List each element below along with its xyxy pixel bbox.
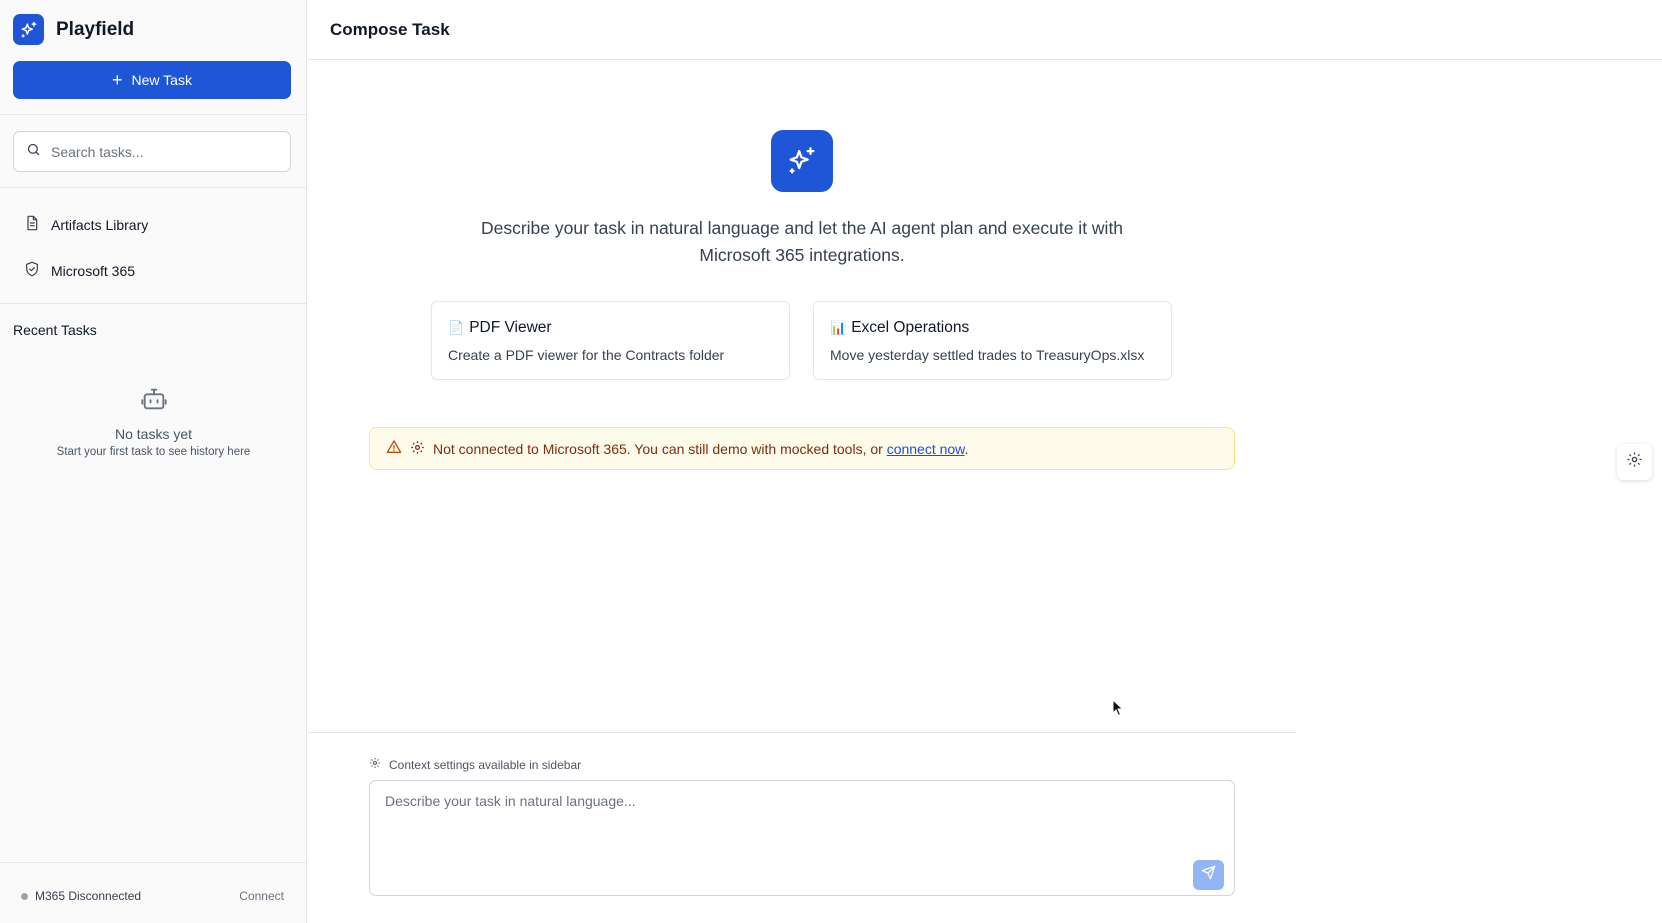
warning-triangle-icon — [386, 439, 402, 458]
warning-banner: Not connected to Microsoft 365. You can … — [369, 427, 1235, 470]
search-icon — [26, 142, 41, 162]
page-header: Compose Task — [308, 0, 1662, 60]
hero-description: Describe your task in natural language a… — [480, 218, 1124, 265]
plus-icon: + — [112, 70, 123, 90]
warning-text: Not connected to Microsoft 365. You can … — [433, 440, 887, 457]
empty-subtitle: Start your first task to see history her… — [56, 446, 251, 458]
search-box[interactable] — [13, 131, 291, 172]
sparkle-hero-icon — [771, 130, 833, 192]
context-note: Context settings available in sidebar — [369, 757, 581, 772]
gear-icon — [410, 440, 425, 458]
sidebar-divider — [0, 114, 307, 115]
task-input[interactable] — [385, 793, 1185, 873]
chart-emoji-icon: 📊 — [830, 320, 847, 335]
recent-tasks-heading: Recent Tasks — [13, 322, 97, 338]
send-icon — [1201, 865, 1216, 885]
nav-item-label: Microsoft 365 — [51, 262, 136, 279]
nav-item-label: Artifacts Library — [51, 216, 149, 233]
document-icon — [24, 215, 40, 234]
sidebar-divider — [0, 303, 307, 304]
connection-status: M365 Disconnected — [21, 889, 141, 903]
card-description: Move yesterday settled trades to Treasur… — [830, 347, 1145, 363]
new-task-button[interactable]: + New Task — [13, 61, 291, 99]
empty-state: No tasks yet Start your first task to se… — [0, 385, 307, 458]
warning-message: Not connected to Microsoft 365. You can … — [433, 441, 968, 457]
card-description: Create a PDF viewer for the Contracts fo… — [448, 347, 725, 363]
document-emoji-icon: 📄 — [448, 320, 465, 335]
robot-icon — [140, 388, 168, 417]
task-composer — [369, 780, 1235, 896]
sidebar-divider — [0, 187, 307, 188]
sidebar: Playfield + New Task Artifacts Library M… — [0, 0, 307, 923]
warning-suffix: . — [964, 440, 969, 457]
context-note-text: Context settings available in sidebar — [389, 757, 582, 772]
status-label: M365 Disconnected — [35, 889, 142, 903]
nav-item-artifacts-library[interactable]: Artifacts Library — [24, 215, 148, 234]
nav-item-microsoft-365[interactable]: Microsoft 365 — [24, 261, 135, 280]
suggestion-card-pdf-viewer[interactable]: 📄 PDF Viewer Create a PDF viewer for the… — [431, 301, 790, 380]
page-title: Compose Task — [330, 20, 450, 39]
gear-icon — [369, 757, 381, 772]
search-input[interactable] — [51, 143, 271, 160]
new-task-label: New Task — [131, 72, 192, 88]
sidebar-footer: M365 Disconnected Connect — [0, 862, 307, 923]
status-dot-icon — [21, 892, 28, 900]
send-button[interactable] — [1193, 860, 1224, 890]
gear-icon — [1626, 451, 1643, 473]
connect-now-link[interactable]: connect now — [887, 441, 965, 457]
card-title-text: Excel Operations — [851, 319, 970, 336]
empty-title: No tasks yet — [114, 426, 193, 442]
brand-name: Playfield — [56, 18, 135, 40]
connect-link[interactable]: Connect — [239, 889, 284, 903]
shield-icon — [24, 261, 40, 280]
settings-button[interactable] — [1617, 444, 1652, 480]
sparkle-logo-icon — [13, 14, 44, 45]
mouse-cursor-icon — [1112, 698, 1124, 722]
card-title: 📄 PDF Viewer — [448, 319, 773, 337]
brand: Playfield — [13, 14, 134, 45]
card-title-text: PDF Viewer — [469, 319, 552, 336]
suggestion-card-excel-operations[interactable]: 📊 Excel Operations Move yesterday settle… — [813, 301, 1172, 380]
card-title: 📊 Excel Operations — [830, 319, 1155, 337]
composer-divider — [308, 732, 1296, 733]
